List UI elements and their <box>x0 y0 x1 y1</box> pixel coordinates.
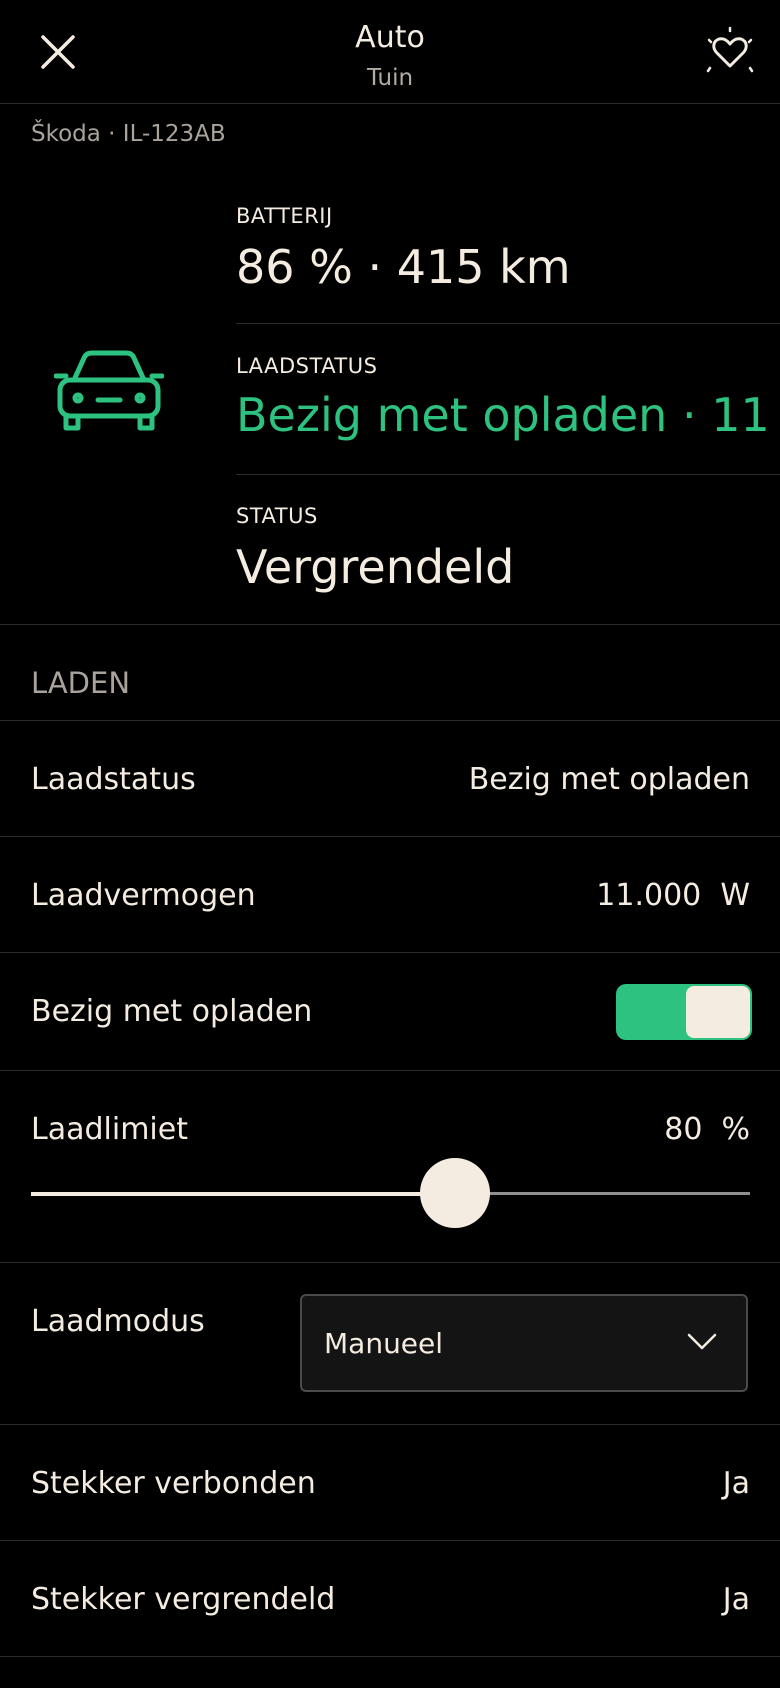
slider-track[interactable] <box>455 1192 750 1195</box>
laadstatus-value: Bezig met opladen <box>468 762 750 797</box>
plug-connected-label: Stekker verbonden <box>31 1466 316 1501</box>
laadlimiet-value: 80 % <box>664 1112 750 1147</box>
laadlimiet-label: Laadlimiet <box>31 1112 188 1147</box>
status-label: STATUS <box>236 504 318 528</box>
toggle-knob <box>686 986 750 1038</box>
plug-locked-label: Stekker vergrendeld <box>31 1582 336 1617</box>
laadmodus-select-value: Manueel <box>324 1327 444 1360</box>
charge-status-clip: Bezig met opladen · 11 kW <box>236 388 780 448</box>
slider-track-filled <box>31 1192 455 1196</box>
divider <box>236 474 780 475</box>
charge-status-value: Bezig met opladen · 11 kW <box>236 388 780 442</box>
app-header: Auto Tuin <box>0 0 780 104</box>
laadmodus-select[interactable]: Manueel <box>300 1294 748 1392</box>
battery-label: BATTERIJ <box>236 204 333 228</box>
page-title: Auto <box>355 20 425 55</box>
plug-locked-value: Ja <box>722 1582 750 1617</box>
laadmodus-label: Laadmodus <box>31 1304 205 1339</box>
plug-connected-value: Ja <box>722 1466 750 1501</box>
divider <box>0 1656 780 1657</box>
battery-value: 86 % · 415 km <box>236 240 571 294</box>
divider <box>236 323 780 324</box>
divider <box>0 952 780 953</box>
charging-toggle[interactable] <box>616 984 752 1040</box>
laadstatus-label: Laadstatus <box>31 762 196 797</box>
charge-status-label: LAADSTATUS <box>236 354 378 378</box>
divider <box>0 720 780 721</box>
vehicle-name: Škoda · IL-123AB <box>31 121 226 147</box>
divider <box>0 1262 780 1263</box>
car-icon <box>54 350 164 431</box>
laadvermogen-label: Laadvermogen <box>31 878 256 913</box>
laadvermogen-value: 11.000 W <box>596 878 750 913</box>
section-title: LADEN <box>31 666 131 700</box>
divider <box>0 1424 780 1425</box>
divider <box>0 836 780 837</box>
heart-icon <box>706 26 754 73</box>
favorite-button[interactable] <box>704 26 756 78</box>
laadlimiet-slider-thumb[interactable] <box>420 1158 490 1228</box>
divider <box>0 1540 780 1541</box>
divider <box>0 1070 780 1071</box>
charging-label: Bezig met opladen <box>31 994 313 1029</box>
status-value: Vergrendeld <box>236 540 515 594</box>
chevron-down-icon <box>687 1333 717 1350</box>
divider <box>0 624 780 625</box>
page-subtitle: Tuin <box>366 65 414 91</box>
